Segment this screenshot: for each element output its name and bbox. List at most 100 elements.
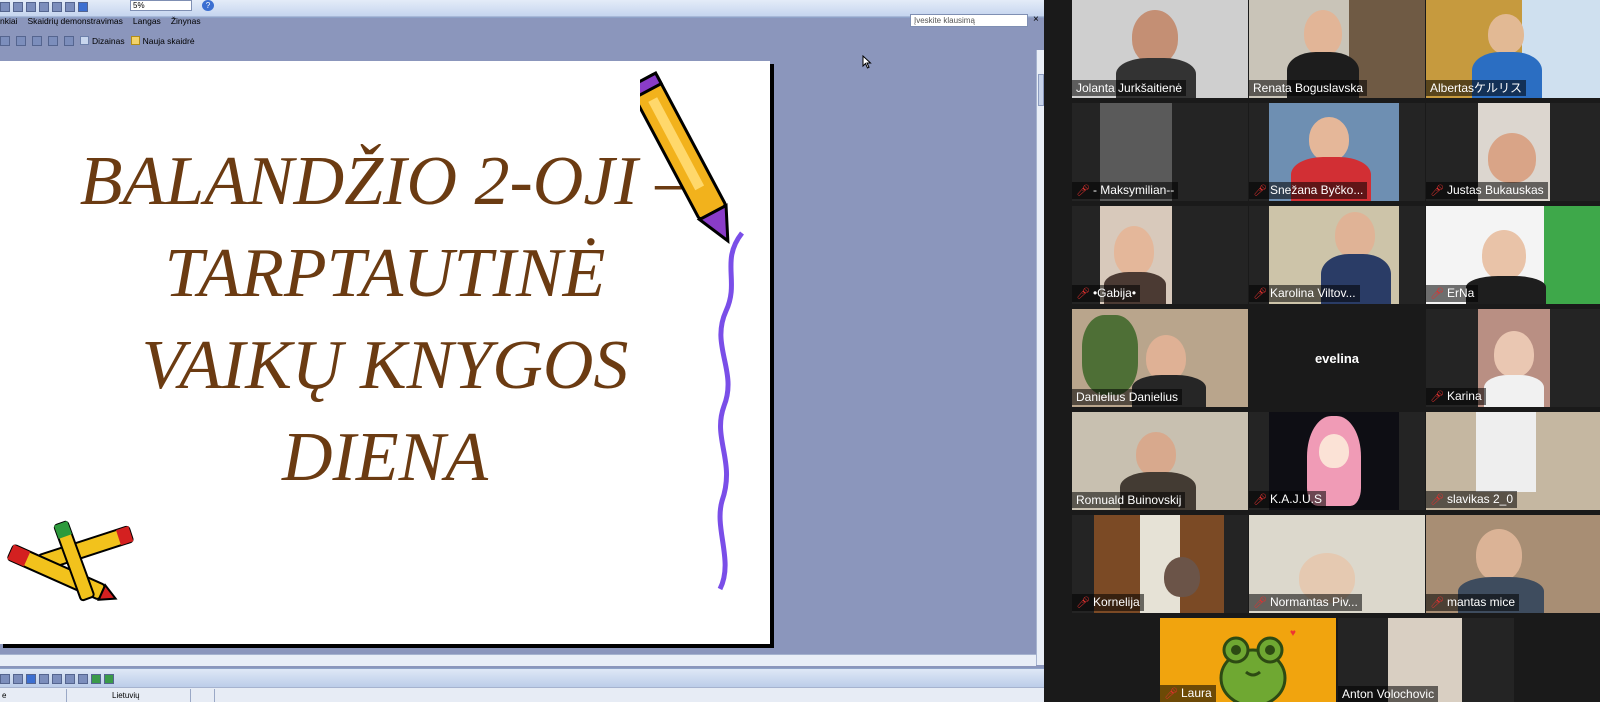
help-icon[interactable]: ? <box>202 0 214 11</box>
participant-face <box>1164 557 1200 597</box>
participant-tile[interactable]: Danielius Danielius <box>1072 309 1248 407</box>
shadow-icon[interactable] <box>91 673 101 684</box>
muted-mic-icon: 🎤︎ <box>1253 288 1267 300</box>
participant-face <box>1309 117 1349 161</box>
vertical-scrollbar[interactable] <box>1036 50 1044 665</box>
participant-name: 🎤︎ Karolina Viltov... <box>1249 285 1360 302</box>
participant-tile[interactable]: Albertasケルリス <box>1426 0 1600 98</box>
participant-tile-active-speaker[interactable]: Renata Boguslavska <box>1249 0 1425 98</box>
participant-name: 🎤︎ Justas Bukauskas <box>1426 182 1548 199</box>
powerpoint-window: 5% ? nkiai Skaidrių demonstravimas Langa… <box>0 0 1044 702</box>
line-style-icon[interactable] <box>52 673 62 684</box>
paste-icon[interactable] <box>26 1 36 12</box>
participant-name: 🎤︎ Laura <box>1160 685 1216 702</box>
participant-tile[interactable]: ♥ 🎤︎ Laura <box>1160 618 1336 702</box>
participant-tile[interactable]: 🎤︎ Kornelija <box>1072 515 1248 613</box>
participant-tile[interactable]: Jolanta Jurkšaitienė <box>1072 0 1248 98</box>
participant-tile[interactable]: 🎤︎ Normantas Piv... <box>1249 515 1425 613</box>
color-icon[interactable] <box>78 1 88 12</box>
menu-item-tools[interactable]: nkiai <box>0 14 17 28</box>
menu-item-window[interactable]: Langas <box>133 14 161 28</box>
menu-item-help[interactable]: Žinynas <box>171 14 201 28</box>
window-light <box>1476 412 1536 492</box>
participant-tile[interactable]: 🎤︎ •Gabija• <box>1072 206 1248 304</box>
participant-tile[interactable]: 🎤︎ ErNa <box>1426 206 1600 304</box>
participant-label: Normantas Piv... <box>1269 595 1358 609</box>
participant-label: Renata Boguslavska <box>1253 81 1364 95</box>
green-wall <box>1544 206 1600 304</box>
font-color-icon[interactable] <box>64 35 74 46</box>
expand-icon[interactable] <box>52 1 62 12</box>
formatting-items: Dizainas Nauja skaidrė <box>0 33 195 48</box>
participant-label: ErNa <box>1446 286 1475 300</box>
muted-mic-icon: 🎤︎ <box>1253 185 1267 197</box>
horizontal-scrollbar[interactable] <box>0 654 1036 666</box>
grid-icon[interactable] <box>65 1 75 12</box>
font-color-icon[interactable] <box>39 673 49 684</box>
table-icon[interactable] <box>13 1 23 12</box>
zoom-select[interactable]: 5% <box>130 0 192 11</box>
participant-face <box>1132 10 1178 64</box>
close-icon[interactable]: × <box>1033 14 1039 26</box>
undo-icon[interactable] <box>39 1 49 12</box>
muted-mic-icon: 🎤︎ <box>1430 597 1444 609</box>
participant-label: Anton Volochovic <box>1342 687 1435 701</box>
participant-tile[interactable]: 🎤︎ Justas Bukauskas <box>1426 103 1600 201</box>
participant-face <box>1335 212 1375 258</box>
participant-tile[interactable]: 🎤︎ Snežana Byčko... <box>1249 103 1425 201</box>
drawing-toolbar <box>0 668 1044 687</box>
dash-style-icon[interactable] <box>65 673 75 684</box>
muted-mic-icon: 🎤︎ <box>1430 494 1444 506</box>
chart-icon[interactable] <box>0 1 10 12</box>
participant-tile[interactable]: 🎤︎ - Maksymilian-- <box>1072 103 1248 201</box>
video-gallery: Jolanta Jurkšaitienė Renata Boguslavska … <box>1044 0 1600 702</box>
participant-tile-no-video[interactable]: evelina <box>1249 309 1425 407</box>
participant-name: Danielius Danielius <box>1072 389 1183 405</box>
participant-tile[interactable]: 🎤︎ Karina <box>1426 309 1600 407</box>
arrow-style-icon[interactable] <box>78 673 88 684</box>
crayons-clipart-icon <box>7 520 134 602</box>
slide-canvas[interactable]: BALANDŽIO 2-OJI – TARPTAUTINĖ VAIKŲ KNYG… <box>0 61 770 644</box>
participant-name: 🎤︎ •Gabija• <box>1072 285 1141 302</box>
participant-face <box>1488 14 1524 54</box>
menu-bar: nkiai Skaidrių demonstravimas Langas Žin… <box>0 14 1044 32</box>
font-shrink-icon[interactable] <box>48 35 58 46</box>
line-color-icon[interactable] <box>26 673 36 684</box>
participant-tile[interactable]: Romuald Buinovskij <box>1072 412 1248 510</box>
status-bar: e Lietuvių <box>0 687 1044 702</box>
participant-name: Albertasケルリス <box>1426 80 1527 96</box>
participant-tile[interactable]: 🎤︎ K.A.J.U.S <box>1249 412 1425 510</box>
participant-label: K.A.J.U.S <box>1269 492 1322 506</box>
participant-name: 🎤︎ Normantas Piv... <box>1249 594 1362 611</box>
menu-item-slideshow[interactable]: Skaidrių demonstravimas <box>27 14 122 28</box>
poster-figure <box>1082 315 1138 395</box>
muted-mic-icon: 🎤︎ <box>1076 288 1090 300</box>
participant-label: slavikas 2_0 <box>1446 492 1514 506</box>
ask-question-input[interactable]: Įveskite klausimą <box>910 14 1028 27</box>
status-divider <box>214 689 215 702</box>
new-slide-button[interactable]: Nauja skaidrė <box>130 36 195 46</box>
list-icon[interactable] <box>0 35 10 46</box>
muted-mic-icon: 🎤︎ <box>1430 391 1444 403</box>
font-grow-icon[interactable] <box>32 35 42 46</box>
participant-name: Renata Boguslavska <box>1249 80 1368 96</box>
participant-tile[interactable]: 🎤︎ mantas mice <box>1426 515 1600 613</box>
participant-tile[interactable]: 🎤︎ slavikas 2_0 <box>1426 412 1600 510</box>
fill-color-icon[interactable] <box>13 673 23 684</box>
design-button[interactable]: Dizainas <box>80 36 125 46</box>
muted-mic-icon: 🎤︎ <box>1430 288 1444 300</box>
participant-label: Jolanta Jurkšaitienė <box>1076 81 1183 95</box>
participant-label: Kornelija <box>1092 595 1140 609</box>
participant-label: Danielius Danielius <box>1076 390 1179 404</box>
participant-face <box>1304 10 1342 56</box>
participant-tile[interactable]: 🎤︎ Karolina Viltov... <box>1249 206 1425 304</box>
participant-label: Justas Bukauskas <box>1446 183 1544 197</box>
indent-icon[interactable] <box>16 35 26 46</box>
participant-name: 🎤︎ Karina <box>1426 388 1486 405</box>
3d-icon[interactable] <box>104 673 114 684</box>
participant-face <box>1319 434 1349 468</box>
participant-tile[interactable]: Anton Volochovic <box>1338 618 1514 702</box>
picture-icon[interactable] <box>0 673 10 684</box>
muted-mic-icon: 🎤︎ <box>1076 185 1090 197</box>
status-divider <box>66 689 67 702</box>
